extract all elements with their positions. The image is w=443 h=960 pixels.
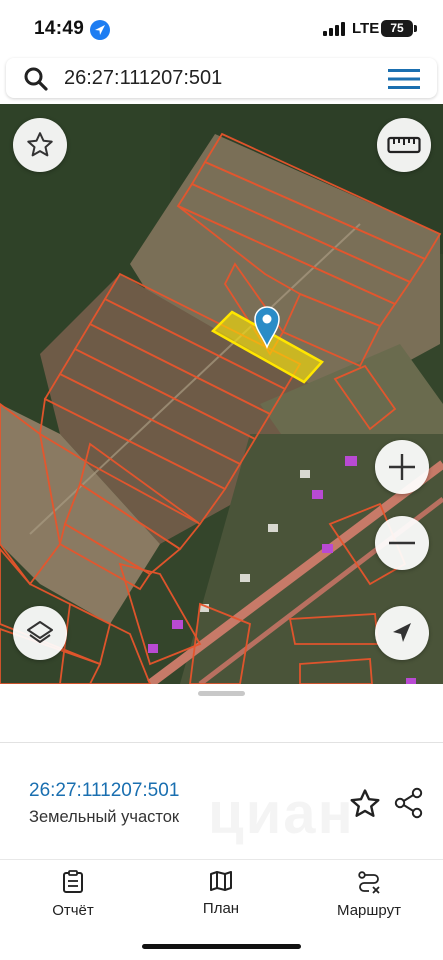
tab-route-label: Маршрут (337, 902, 401, 919)
route-icon (358, 871, 380, 894)
plus-icon (389, 454, 415, 480)
navigation-arrow-icon (393, 623, 411, 642)
status-time: 14:49 (34, 18, 85, 39)
share-icon[interactable] (391, 785, 427, 821)
hamburger-menu-icon[interactable] (388, 67, 420, 91)
layers-button[interactable] (13, 606, 67, 660)
satellite-map[interactable] (0, 104, 443, 684)
minus-icon (389, 541, 415, 545)
zoom-in-button[interactable] (375, 440, 429, 494)
search-icon[interactable] (23, 66, 49, 92)
tab-plan[interactable]: План (166, 870, 276, 917)
my-location-button[interactable] (375, 606, 429, 660)
divider (0, 742, 443, 743)
search-bar[interactable] (6, 58, 437, 98)
search-input[interactable] (64, 62, 364, 94)
status-bar: 14:49 LTE 75 (0, 0, 443, 58)
ruler-button[interactable] (377, 118, 431, 172)
parcel-cadastral-number: 26:27:111207:501 (29, 780, 180, 801)
tab-route[interactable]: Маршрут (314, 870, 424, 919)
tab-report[interactable]: Отчёт (18, 870, 128, 919)
layers-icon (27, 621, 53, 643)
star-icon[interactable] (348, 787, 382, 821)
cian-watermark: циан (208, 780, 355, 847)
parcel-info-sheet[interactable]: циан 26:27:111207:501 Земельный участок … (0, 684, 443, 960)
parcel-type: Земельный участок (29, 808, 180, 826)
map-plan-icon (210, 871, 232, 891)
battery-icon: 75 (381, 20, 413, 37)
tab-plan-label: План (202, 900, 240, 917)
battery-tip (414, 25, 417, 32)
home-indicator[interactable] (142, 944, 301, 949)
location-services-icon (90, 20, 110, 40)
zoom-out-button[interactable] (375, 516, 429, 570)
favorite-map-button[interactable] (13, 118, 67, 172)
report-icon (63, 870, 83, 893)
tab-report-label: Отчёт (52, 902, 94, 919)
network-type: LTE (352, 20, 380, 37)
cellular-signal-icon (323, 22, 345, 36)
ruler-icon (387, 136, 421, 154)
sheet-grabber[interactable] (198, 691, 245, 696)
map-imagery[interactable] (0, 104, 443, 684)
star-icon (27, 132, 53, 157)
tab-bar-divider (0, 859, 443, 860)
